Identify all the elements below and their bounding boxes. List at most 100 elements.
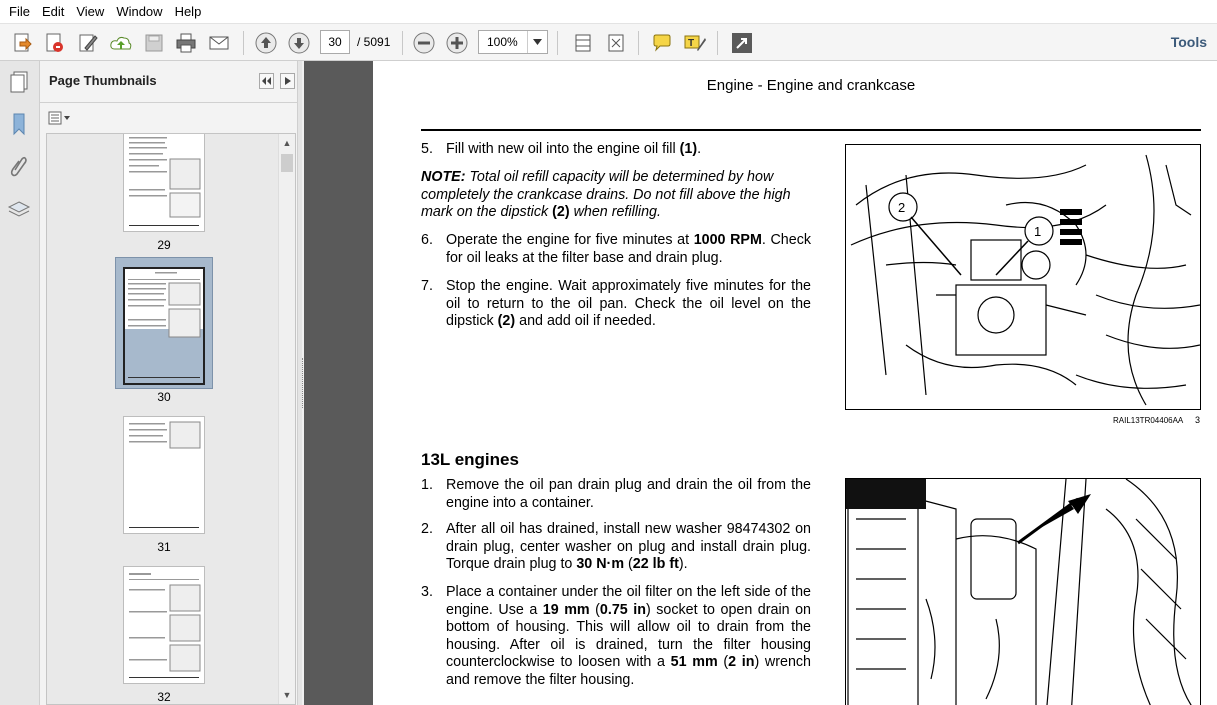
navigation-pane-strip	[0, 61, 40, 705]
floppy-disk-icon	[145, 34, 163, 52]
menu-file[interactable]: File	[4, 0, 35, 24]
thumbnail-label: 32	[157, 690, 171, 704]
fit-width-icon	[575, 34, 591, 52]
previous-page-button[interactable]	[252, 29, 280, 57]
header-rule	[421, 129, 1201, 131]
figure-number: 3	[1195, 415, 1201, 425]
scroll-down-arrow[interactable]: ▼	[282, 690, 292, 700]
next-page-button[interactable]	[285, 29, 313, 57]
thumbnail-page-31[interactable]	[123, 416, 205, 534]
callout-2: 2	[898, 200, 905, 215]
layers-button[interactable]	[6, 197, 32, 223]
toolbar-separator	[717, 31, 718, 55]
expand-panel-button[interactable]	[280, 73, 295, 89]
full-page-button[interactable]	[602, 29, 630, 57]
thumbnail-options-button[interactable]	[48, 110, 72, 126]
figure-caption: RAIL13TR04406AA	[1113, 416, 1184, 425]
expand-button[interactable]	[728, 29, 756, 57]
step-number: 6.	[421, 232, 433, 248]
menu-window[interactable]: Window	[111, 0, 167, 24]
printer-icon	[176, 33, 196, 53]
thumbnail-label: 29	[157, 238, 171, 252]
section-step-3: 3. Place a container under the oil filter…	[421, 584, 811, 688]
thumbnail-page-32[interactable]	[123, 566, 205, 684]
minus-circle-icon	[413, 32, 435, 54]
step-number: 2.	[421, 521, 433, 537]
page-preview	[129, 573, 201, 678]
page-header: Engine - Engine and crankcase	[706, 77, 916, 94]
step-number: 7.	[421, 278, 433, 294]
chevron-right-icon	[284, 77, 291, 85]
menu-help[interactable]: Help	[170, 0, 207, 24]
panel-title: Page Thumbnails	[49, 73, 157, 88]
pages-icon	[10, 71, 28, 93]
thumbnail-list: 29 30 31 32 ▲ ▼	[46, 133, 296, 705]
pen-document-icon	[79, 34, 98, 52]
bookmark-icon	[13, 113, 25, 136]
oil-filter-illustration	[846, 479, 1192, 705]
thumbnail-page-30[interactable]	[123, 267, 205, 385]
speech-bubble-icon	[653, 34, 671, 52]
scroll-up-arrow[interactable]: ▲	[282, 138, 292, 148]
thumbnail-page-29[interactable]	[123, 134, 205, 232]
comment-button[interactable]	[648, 29, 676, 57]
engine-illustration: 2 1	[850, 154, 1200, 406]
print-button[interactable]	[172, 29, 200, 57]
layers-icon	[7, 201, 31, 217]
page-preview	[129, 137, 201, 226]
toolbar-separator	[557, 31, 558, 55]
zoom-dropdown-button[interactable]	[527, 31, 547, 53]
cloud-upload-icon	[110, 36, 132, 50]
edit-document-icon	[46, 33, 63, 52]
bookmarks-button[interactable]	[6, 111, 32, 137]
expand-arrow-icon	[732, 33, 752, 53]
document-page: Engine - Engine and crankcase 5. Fill wit…	[373, 61, 1217, 705]
toolbar: 30 / 5091 100% T Tools	[0, 24, 1217, 61]
menu-bar: File Edit View Window Help	[0, 0, 1217, 24]
step-number: 3.	[421, 584, 433, 600]
page-total-label: / 5091	[357, 35, 391, 49]
page-thumbnails-button[interactable]	[6, 69, 32, 95]
collapse-panel-button[interactable]	[259, 73, 274, 89]
email-button[interactable]	[205, 29, 233, 57]
figure-oil-filter-location	[845, 478, 1201, 705]
envelope-icon	[209, 36, 229, 50]
scrollbar-thumb[interactable]	[281, 154, 293, 172]
upload-button[interactable]	[107, 29, 135, 57]
step-7: 7. Stop the engine. Wait approximately fi…	[421, 278, 811, 330]
tools-button[interactable]: Tools	[1171, 24, 1207, 61]
thumbnail-scrollbar[interactable]: ▲ ▼	[278, 134, 295, 704]
menu-edit[interactable]: Edit	[37, 0, 69, 24]
highlight-text-button[interactable]: T	[681, 29, 709, 57]
panel-header: Page Thumbnails	[40, 61, 298, 103]
sign-button[interactable]	[74, 29, 102, 57]
fit-page-icon	[608, 34, 624, 52]
step-number: 5.	[421, 141, 433, 157]
step-6: 6. Operate the engine for five minutes at…	[421, 232, 812, 266]
step-5: 5. Fill with new oil into the engine oil …	[421, 141, 702, 157]
arrow-down-circle-icon	[288, 32, 310, 54]
paperclip-icon	[10, 156, 27, 177]
create-pdf-button[interactable]	[8, 29, 36, 57]
zoom-in-button[interactable]	[443, 29, 471, 57]
page-preview	[129, 421, 201, 528]
arrow-up-circle-icon	[255, 32, 277, 54]
create-pdf-icon	[14, 33, 32, 52]
edit-pdf-button[interactable]	[40, 29, 68, 57]
page-number-input[interactable]: 30	[320, 30, 350, 54]
toolbar-separator	[638, 31, 639, 55]
page-thumbnails-panel: Page Thumbnails 29 30 31 32 ▲ ▼	[40, 61, 298, 705]
note-label: NOTE:	[421, 169, 466, 185]
pdf-reader-window: File Edit View Window Help 30 / 5091 100…	[0, 0, 1217, 705]
section-heading: 13L engines	[421, 450, 519, 469]
fit-page-button[interactable]	[569, 29, 597, 57]
section-step-1: 1. Remove the oil pan drain plug and drai…	[421, 477, 811, 511]
zoom-out-button[interactable]	[410, 29, 438, 57]
menu-view[interactable]: View	[71, 0, 109, 24]
attachments-button[interactable]	[6, 153, 32, 179]
zoom-select[interactable]: 100%	[478, 30, 548, 54]
step-number: 1.	[421, 477, 433, 493]
save-button[interactable]	[140, 29, 168, 57]
svg-text:T: T	[688, 38, 694, 49]
toolbar-separator	[402, 31, 403, 55]
